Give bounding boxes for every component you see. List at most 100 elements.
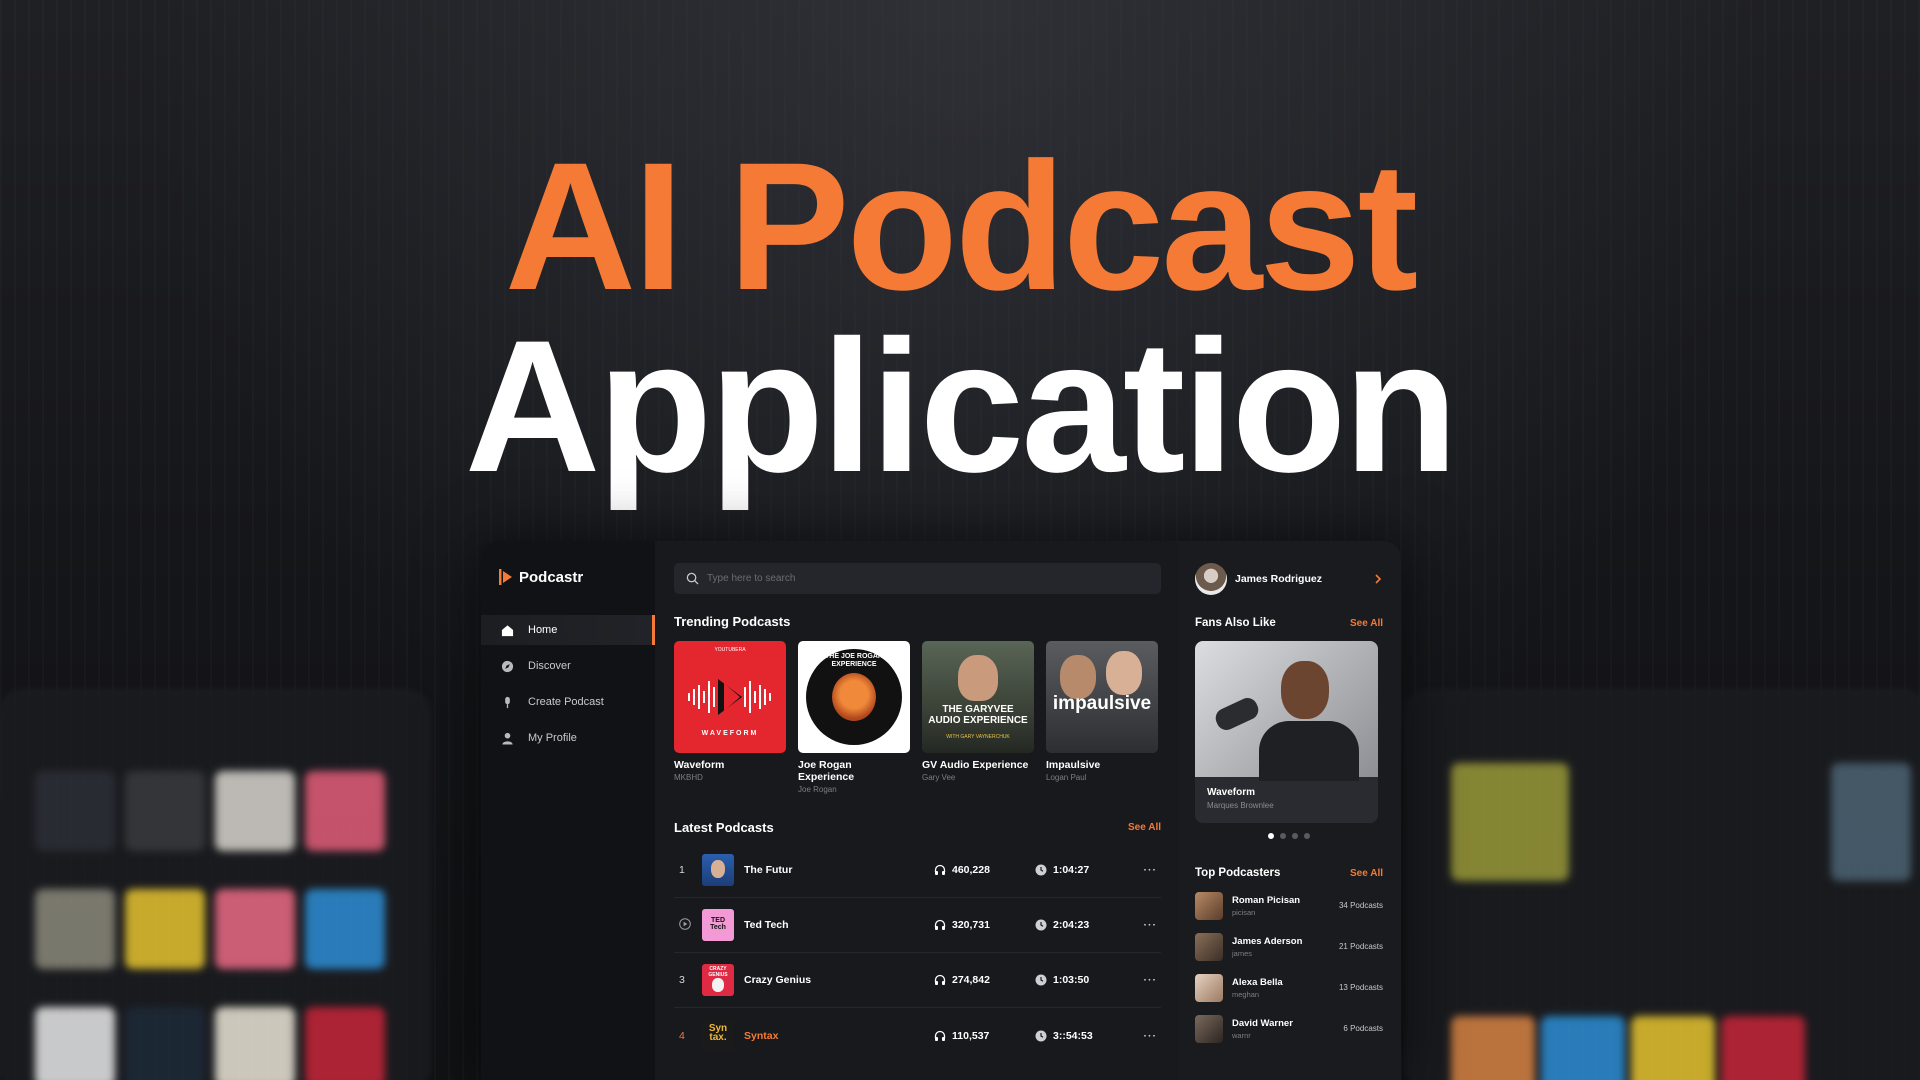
row-thumbnail: [702, 854, 734, 886]
table-row[interactable]: 4 Syn tax. Syntax 110,537 3::54:53 ···: [674, 1008, 1161, 1063]
podcast-count: 6 Podcasts: [1343, 1024, 1383, 1033]
more-options-icon[interactable]: ···: [1144, 864, 1162, 876]
search-input[interactable]: [707, 573, 1107, 584]
more-options-icon[interactable]: ···: [1144, 1030, 1162, 1042]
top-podcasters-see-all-link[interactable]: See All: [1350, 868, 1383, 879]
trending-card-gv-audio[interactable]: THE GARYVEE AUDIO EXPERIENCE WITH GARY V…: [922, 641, 1034, 794]
host-head: [1281, 661, 1329, 719]
row-duration: 2:04:23: [1035, 919, 1135, 931]
sidebar-item-discover[interactable]: Discover: [481, 651, 655, 681]
sidebar-item-home[interactable]: Home: [481, 615, 655, 645]
duration-text: 1:03:50: [1053, 974, 1090, 986]
compass-icon: [501, 660, 514, 672]
search-bar[interactable]: [674, 563, 1161, 594]
row-thumbnail: TED Tech: [702, 909, 734, 941]
cover-person-right: [1106, 651, 1142, 695]
sidebar-item-create-podcast[interactable]: Create Podcast: [481, 687, 655, 717]
carousel-dot[interactable]: [1268, 833, 1274, 839]
blurred-mockup-left: [0, 690, 430, 1080]
podcaster-handle: picisan: [1232, 907, 1256, 917]
brand[interactable]: Podcastr: [481, 565, 655, 589]
row-title: Ted Tech: [744, 919, 789, 931]
hero-title-line1: AI Podcast: [504, 124, 1419, 328]
podcast-count: 13 Podcasts: [1338, 983, 1383, 992]
headphones-icon: [934, 919, 946, 930]
clock-icon: [1035, 864, 1047, 876]
latest-list: 1 The Futur 460,228 1:04:27 ··· TED Tech…: [674, 843, 1161, 1063]
carousel-dot[interactable]: [1304, 833, 1310, 839]
cover-label: WAVEFORM: [701, 730, 759, 737]
microphone-graphic: [1212, 694, 1262, 734]
headphones-icon: [934, 1030, 946, 1041]
card-title: GV Audio Experience: [922, 759, 1029, 771]
row-number: 1: [679, 864, 685, 876]
home-icon: [501, 624, 514, 636]
list-item[interactable]: Alexa Bella meghan 13 Podcasts: [1195, 967, 1383, 1008]
impaulsive-cover: impaulsive: [1046, 641, 1158, 753]
list-item[interactable]: David Warner warnr 6 Podcasts: [1195, 1008, 1383, 1049]
sidebar-item-label: Home: [528, 624, 558, 636]
user-icon: [502, 732, 513, 745]
fans-card-image: [1195, 641, 1378, 781]
latest-see-all-link[interactable]: See All: [1128, 822, 1161, 833]
play-circle-icon[interactable]: [679, 917, 691, 930]
podcaster-avatar: [1195, 1014, 1223, 1043]
listeners-count: 274,842: [952, 974, 990, 986]
trending-list: YOUTUBERA WAVEFORM Waveform MKBHD THE JO…: [674, 641, 1161, 794]
fans-card[interactable]: Waveform Marques Brownlee: [1195, 641, 1378, 823]
listeners-count: 320,731: [952, 919, 990, 931]
podcaster-name: Roman Picisan: [1232, 894, 1301, 906]
duration-text: 3::54:53: [1053, 1029, 1093, 1042]
more-options-icon[interactable]: ···: [1144, 974, 1162, 986]
card-title: Joe Rogan Experience: [798, 759, 855, 783]
user-name: James Rodriguez: [1235, 573, 1322, 585]
main-content: Trending Podcasts YOUTUBERA: [655, 541, 1179, 1080]
host-body: [1259, 721, 1359, 781]
brand-name: Podcastr: [519, 568, 584, 586]
sidebar-item-my-profile[interactable]: My Profile: [481, 723, 655, 753]
podcast-count: 34 Podcasts: [1338, 901, 1383, 910]
podcaster-avatar: [1195, 891, 1223, 920]
table-row[interactable]: TED Tech Ted Tech 320,731 2:04:23 ···: [674, 898, 1161, 953]
fans-title: Fans Also Like: [1195, 617, 1276, 629]
list-item[interactable]: James Aderson james 21 Podcasts: [1195, 926, 1383, 967]
row-duration: 1:03:50: [1035, 974, 1135, 986]
table-row[interactable]: 3 CRAZY GENIUS Crazy Genius 274,842 1:03…: [674, 953, 1161, 1008]
trending-card-joe-rogan[interactable]: THE JOE ROGAN EXPERIENCE Joe Rogan Exper…: [798, 641, 910, 794]
joe-rogan-cover: THE JOE ROGAN EXPERIENCE: [798, 641, 910, 753]
user-profile[interactable]: James Rodriguez: [1195, 563, 1383, 595]
podcaster-handle: meghan: [1232, 989, 1260, 999]
cover-face: [832, 673, 876, 721]
podcast-count: 21 Podcasts: [1338, 942, 1383, 951]
listeners-count: 460,228: [952, 864, 990, 876]
card-title: Impaulsive: [1046, 759, 1101, 771]
sidebar-item-label: Create Podcast: [528, 696, 604, 708]
clock-icon: [1035, 1030, 1047, 1041]
chevron-right-icon[interactable]: [1373, 574, 1383, 584]
row-thumbnail: Syn tax.: [702, 1019, 734, 1052]
podcaster-handle: james: [1232, 948, 1253, 958]
carousel-dot[interactable]: [1292, 833, 1298, 839]
list-item[interactable]: Roman Picisan picisan 34 Podcasts: [1195, 885, 1383, 926]
podcaster-name: Alexa Bella: [1232, 976, 1283, 988]
table-row[interactable]: 1 The Futur 460,228 1:04:27 ···: [674, 843, 1161, 898]
card-author: Gary Vee: [922, 773, 956, 782]
row-listeners: 274,842: [934, 974, 1035, 986]
carousel-dot[interactable]: [1280, 833, 1286, 839]
trending-card-waveform[interactable]: YOUTUBERA WAVEFORM Waveform MKBHD: [674, 641, 786, 794]
microphone-icon: [505, 696, 510, 708]
row-listeners: 110,537: [934, 1030, 1035, 1042]
trending-header: Trending Podcasts: [674, 614, 1161, 629]
podcaster-avatar: [1195, 932, 1223, 961]
latest-header: Latest Podcasts See All: [674, 820, 1161, 835]
more-options-icon[interactable]: ···: [1144, 919, 1162, 931]
cover-sublabel: WITH GARY VAYNERCHUK: [946, 734, 1010, 740]
row-thumbnail: CRAZY GENIUS: [702, 964, 734, 996]
row-number: 3: [679, 974, 685, 986]
sidebar-item-label: My Profile: [528, 732, 577, 744]
sidebar-item-label: Discover: [528, 660, 571, 672]
fans-see-all-link[interactable]: See All: [1350, 618, 1383, 629]
cover-label: THE JOE ROGAN EXPERIENCE: [825, 653, 883, 669]
trending-card-impaulsive[interactable]: impaulsive Impaulsive Logan Paul: [1046, 641, 1158, 794]
right-sidebar: James Rodriguez Fans Also Like See All W…: [1179, 541, 1401, 1080]
